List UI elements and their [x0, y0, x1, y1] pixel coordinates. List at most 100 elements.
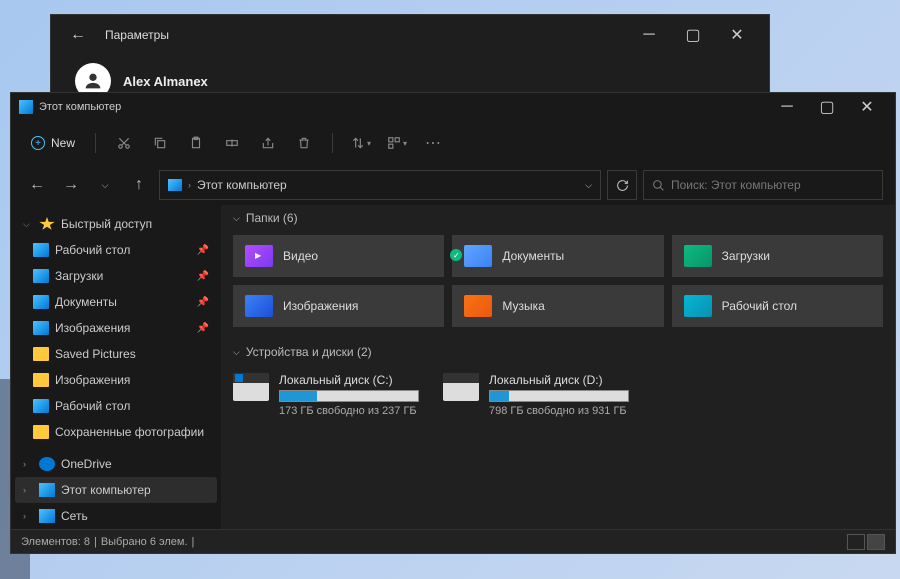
group-header-drives[interactable]: ⌵Устройства и диски (2): [221, 339, 895, 365]
chevron-down-icon: ⌵: [233, 347, 240, 358]
view-button[interactable]: ▾: [381, 127, 413, 159]
cloud-icon: [39, 457, 55, 471]
user-icon: [82, 70, 104, 92]
explorer-window: Этот компьютер ─ ▢ ✕ + New ▾ ▾ ⋯ ← → ⌵ ↑…: [10, 92, 896, 554]
drive-usage-bar: [279, 390, 419, 402]
sidebar-item-desktop[interactable]: Рабочий стол 📌: [15, 237, 217, 263]
status-selected: Выбрано 6 элем.: [101, 536, 188, 548]
back-button[interactable]: ←: [63, 20, 93, 50]
music-icon: [464, 295, 492, 317]
share-icon: [261, 136, 275, 150]
sidebar-item-label: Изображения: [55, 321, 130, 335]
chevron-down-icon: ⌵: [23, 219, 33, 230]
minimize-button[interactable]: ─: [629, 21, 669, 49]
paste-icon: [189, 136, 203, 150]
sidebar-item-label: Быстрый доступ: [61, 217, 152, 231]
sidebar-item-label: Сеть: [61, 509, 88, 523]
delete-button[interactable]: [288, 127, 320, 159]
sidebar-item-saved-pictures[interactable]: Saved Pictures: [15, 341, 217, 367]
sidebar-item-label: Загрузки: [55, 269, 103, 283]
sync-badge-icon: ✓: [450, 249, 462, 261]
folder-icon: [33, 295, 49, 309]
sidebar-item-desktop-2[interactable]: Рабочий стол: [15, 393, 217, 419]
sidebar-item-onedrive[interactable]: ›OneDrive: [15, 451, 217, 477]
sidebar-item-label: Сохраненные фотографии: [55, 425, 204, 439]
content-area: ⌵Папки (6) Видео ✓Документы Загрузки Изо…: [221, 205, 895, 529]
nav-up-button[interactable]: ↑: [125, 171, 153, 199]
folder-icon: [33, 347, 49, 361]
folder-icon: [33, 269, 49, 283]
sort-icon: [351, 136, 365, 150]
folder-label: Музыка: [502, 299, 544, 313]
sidebar-item-documents[interactable]: Документы📌: [15, 289, 217, 315]
group-header-folders[interactable]: ⌵Папки (6): [221, 205, 895, 231]
close-button[interactable]: ✕: [847, 93, 887, 121]
chevron-right-icon: ›: [23, 485, 33, 495]
view-details-button[interactable]: [847, 534, 865, 550]
documents-icon: [464, 245, 492, 267]
folder-tile-video[interactable]: Видео: [233, 235, 444, 277]
titlebar[interactable]: Этот компьютер ─ ▢ ✕: [11, 93, 895, 121]
drive-usage-bar: [489, 390, 629, 402]
folder-tile-desktop[interactable]: Рабочий стол: [672, 285, 883, 327]
search-placeholder: Поиск: Этот компьютер: [671, 178, 801, 192]
folder-tile-downloads[interactable]: Загрузки: [672, 235, 883, 277]
drive-c[interactable]: Локальный диск (C:) 173 ГБ свободно из 2…: [233, 373, 419, 417]
drive-free-text: 173 ГБ свободно из 237 ГБ: [279, 405, 419, 417]
sidebar-item-label: Saved Pictures: [55, 347, 136, 361]
chevron-right-icon: ›: [23, 459, 33, 469]
close-button[interactable]: ✕: [717, 21, 757, 49]
folder-tile-documents[interactable]: ✓ Документы: [452, 235, 663, 277]
settings-title: Параметры: [105, 28, 169, 42]
copy-button[interactable]: [144, 127, 176, 159]
sidebar-item-label: Изображения: [55, 373, 130, 387]
folder-tile-images[interactable]: Изображения: [233, 285, 444, 327]
view-tiles-button[interactable]: [867, 534, 885, 550]
more-button[interactable]: ⋯: [417, 127, 449, 159]
group-label: Папки (6): [246, 211, 298, 225]
minimize-button[interactable]: ─: [767, 93, 807, 121]
breadcrumb[interactable]: Этот компьютер: [197, 178, 287, 192]
pin-icon: 📌: [197, 245, 209, 256]
sidebar-item-downloads[interactable]: Загрузки 📌: [15, 263, 217, 289]
paste-button[interactable]: [180, 127, 212, 159]
sidebar-item-images[interactable]: Изображения📌: [15, 315, 217, 341]
toolbar: + New ▾ ▾ ⋯: [11, 121, 895, 165]
address-bar[interactable]: › Этот компьютер ⌵: [159, 170, 601, 200]
sidebar-item-saved-photos[interactable]: Сохраненные фотографии: [15, 419, 217, 445]
sidebar-item-this-pc[interactable]: ›Этот компьютер: [15, 477, 217, 503]
refresh-button[interactable]: [607, 170, 637, 200]
search-input[interactable]: Поиск: Этот компьютер: [643, 170, 883, 200]
sidebar-item-label: Рабочий стол: [55, 243, 130, 257]
nav-back-button[interactable]: ←: [23, 171, 51, 199]
maximize-button[interactable]: ▢: [673, 21, 713, 49]
navigation-row: ← → ⌵ ↑ › Этот компьютер ⌵ Поиск: Этот к…: [11, 165, 895, 205]
nav-recent-button[interactable]: ⌵: [91, 171, 119, 199]
maximize-button[interactable]: ▢: [807, 93, 847, 121]
chevron-down-icon[interactable]: ⌵: [585, 180, 592, 191]
rename-button[interactable]: [216, 127, 248, 159]
new-button[interactable]: + New: [23, 132, 83, 154]
pin-icon: 📌: [197, 271, 209, 282]
search-icon: [652, 179, 665, 192]
folder-tile-music[interactable]: Музыка: [452, 285, 663, 327]
cut-button[interactable]: [108, 127, 140, 159]
copy-icon: [153, 136, 167, 150]
drive-icon: [233, 373, 269, 401]
sidebar-item-images-2[interactable]: Изображения: [15, 367, 217, 393]
nav-forward-button[interactable]: →: [57, 171, 85, 199]
downloads-icon: [684, 245, 712, 267]
images-icon: [245, 295, 273, 317]
status-sep: |: [192, 536, 195, 548]
sidebar-item-quick-access[interactable]: ⌵ Быстрый доступ: [15, 211, 217, 237]
refresh-icon: [616, 179, 629, 192]
video-icon: [245, 245, 273, 267]
sort-button[interactable]: ▾: [345, 127, 377, 159]
drive-d[interactable]: Локальный диск (D:) 798 ГБ свободно из 9…: [443, 373, 629, 417]
chevron-right-icon: ›: [23, 511, 33, 521]
rename-icon: [225, 136, 239, 150]
folder-icon: [33, 321, 49, 335]
share-button[interactable]: [252, 127, 284, 159]
folder-label: Документы: [502, 249, 564, 263]
sidebar-item-network[interactable]: › Сеть: [15, 503, 217, 529]
